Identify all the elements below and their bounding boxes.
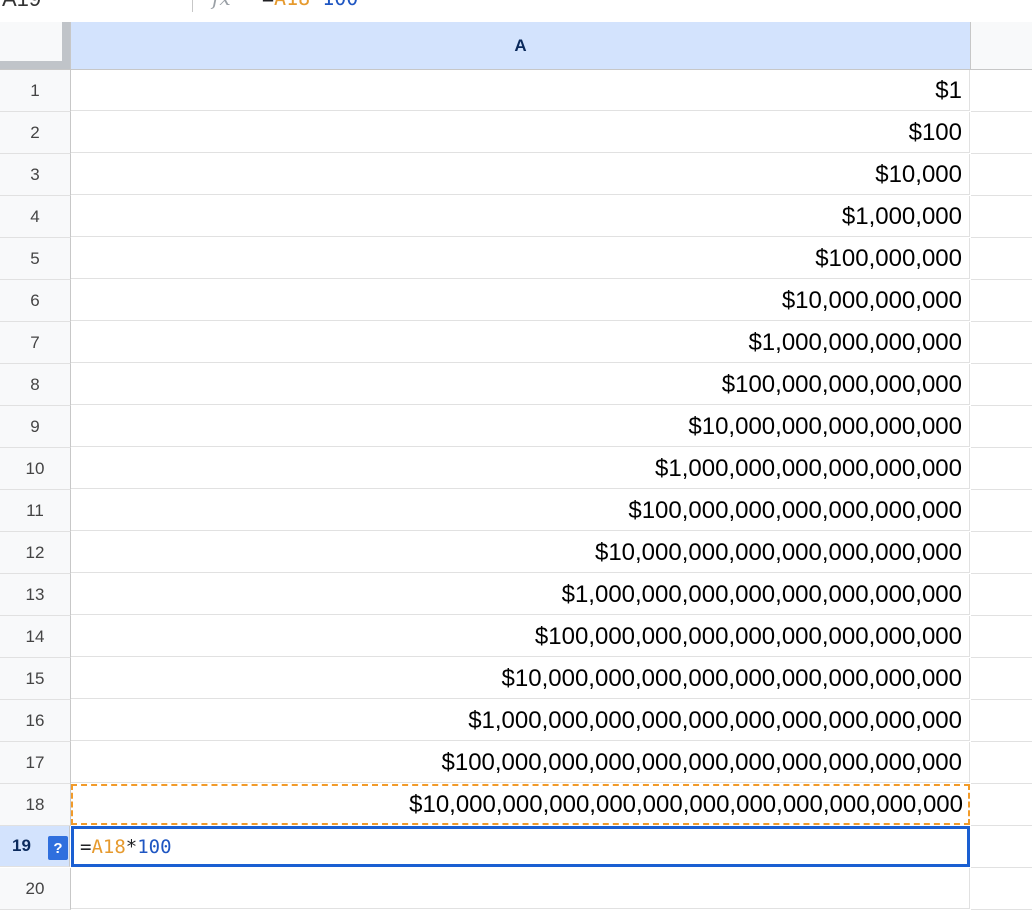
edit-operator: * [125,836,138,858]
grid-cell-b[interactable] [971,406,1032,448]
grid-cell[interactable]: $1,000,000,000,000,000,000,000,000,000,0… [71,700,970,741]
grid-cell[interactable]: $100,000,000,000,000,000,000,000,000,000… [71,742,970,783]
row-number: 19 [12,836,31,855]
grid-cell-b[interactable] [971,196,1032,238]
formula-operator: * [310,0,322,10]
grid-cell-b[interactable] [971,112,1032,154]
table-row: 14 $100,000,000,000,000,000,000,000,000 [0,616,1032,658]
grid-cell-b[interactable] [971,658,1032,700]
grid-cell[interactable]: $1 [71,70,970,111]
grid-cell[interactable]: $1,000,000 [71,196,970,237]
grid-cell-b[interactable] [971,322,1032,364]
row-header[interactable]: 3 [0,154,71,196]
grid-cell-b[interactable] [971,532,1032,574]
grid-cell-b[interactable] [971,784,1032,826]
grid-cell[interactable]: $100 [71,112,970,153]
row-header[interactable]: 18 [0,784,71,826]
row-header[interactable]: 14 [0,616,71,658]
grid-cell-b[interactable] [971,70,1032,112]
row-header[interactable]: 4 [0,196,71,238]
grid-cell-b[interactable] [971,826,1032,868]
grid-cell[interactable]: $100,000,000,000,000 [71,364,970,405]
table-row: 7 $1,000,000,000,000 [0,322,1032,364]
table-row: 9 $10,000,000,000,000,000 [0,406,1032,448]
row-header[interactable]: 15 [0,658,71,700]
grid-cell[interactable]: $1,000,000,000,000 [71,322,970,363]
table-row: 18 $10,000,000,000,000,000,000,000,000,00… [0,784,1032,826]
grid-cell[interactable]: $10,000,000,000,000,000,000,000,000,000 [71,658,970,699]
row-header[interactable]: 16 [0,700,71,742]
row-header[interactable]: 7 [0,322,71,364]
grid-cell-b[interactable] [971,448,1032,490]
edit-equals: = [80,836,92,858]
row-header[interactable]: 8 [0,364,71,406]
table-row: 12 $10,000,000,000,000,000,000,000 [0,532,1032,574]
formula-bar: A19 fx =A18*100 [0,0,1032,23]
table-row: 6 $10,000,000,000 [0,280,1032,322]
table-row: 10 $1,000,000,000,000,000,000 [0,448,1032,490]
formula-equals: = [262,0,274,10]
help-icon[interactable]: ? [48,836,68,860]
grid-cell-b[interactable] [971,154,1032,196]
table-row: 13 $1,000,000,000,000,000,000,000,000 [0,574,1032,616]
grid-cell-b[interactable] [971,364,1032,406]
row-header[interactable]: 13 [0,574,71,616]
grid-cell[interactable] [71,868,970,909]
row-header[interactable]: 2 [0,112,71,154]
table-row: 3 $10,000 [0,154,1032,196]
table-row: 2 $100 [0,112,1032,154]
grid-cell[interactable]: $100,000,000 [71,238,970,279]
row-header[interactable]: 6 [0,280,71,322]
fx-icon: fx [212,0,231,10]
grid-cell-b[interactable] [971,574,1032,616]
formula-number: 100 [322,0,358,10]
grid-cell[interactable]: $10,000 [71,154,970,195]
grid-cell-b[interactable] [971,868,1032,910]
row-header[interactable]: 17 [0,742,71,784]
freeze-rows-handle[interactable] [0,61,70,69]
column-header-a[interactable]: A [71,22,971,70]
table-row: 20 [0,868,1032,910]
row-header[interactable]: 11 [0,490,71,532]
row-header[interactable]: 12 [0,532,71,574]
table-row: 4 $1,000,000 [0,196,1032,238]
table-row: 8 $100,000,000,000,000 [0,364,1032,406]
grid-cell[interactable]: $100,000,000,000,000,000,000,000,000 [71,616,970,657]
row-header[interactable]: 10 [0,448,71,490]
grid-cell[interactable]: $10,000,000,000,000,000 [71,406,970,447]
row-header-20[interactable]: 20 [0,868,71,910]
grid-cell-b[interactable] [971,490,1032,532]
edit-reference: A18 [91,836,126,858]
formula-reference: A18 [274,0,310,10]
row-header[interactable]: 1 [0,70,71,112]
table-row: 15 $10,000,000,000,000,000,000,000,000,00… [0,658,1032,700]
table-row: 1 $1 [0,70,1032,112]
table-row: 17 $100,000,000,000,000,000,000,000,000,0… [0,742,1032,784]
grid-cell-b[interactable] [971,238,1032,280]
row-header[interactable]: 9 [0,406,71,448]
grid-cell-b[interactable] [971,280,1032,322]
edit-number: 100 [137,836,172,858]
grid-cell[interactable]: $100,000,000,000,000,000,000 [71,490,970,531]
table-row: 16 $1,000,000,000,000,000,000,000,000,000… [0,700,1032,742]
grid-cell[interactable]: $1,000,000,000,000,000,000,000,000 [71,574,970,615]
formula-input[interactable]: =A18*100 [262,0,358,10]
active-cell-editor[interactable]: =A18*100 [71,826,970,867]
grid-cell-b[interactable] [971,742,1032,784]
grid-cell-b[interactable] [971,616,1032,658]
grid-cell[interactable]: $10,000,000,000 [71,280,970,321]
table-row: 11 $100,000,000,000,000,000,000 [0,490,1032,532]
referenced-cell[interactable]: $10,000,000,000,000,000,000,000,000,000,… [71,784,970,825]
column-header-b[interactable] [971,22,1032,70]
row-header[interactable]: 5 [0,238,71,280]
table-row: 5 $100,000,000 [0,238,1032,280]
grid-cell-b[interactable] [971,700,1032,742]
name-box[interactable]: A19 [0,0,192,14]
table-row: 19 ? =A18*100 [0,826,1032,868]
formula-bar-divider [192,0,193,12]
grid-cell[interactable]: $10,000,000,000,000,000,000,000 [71,532,970,573]
grid-cell[interactable]: $1,000,000,000,000,000,000 [71,448,970,489]
